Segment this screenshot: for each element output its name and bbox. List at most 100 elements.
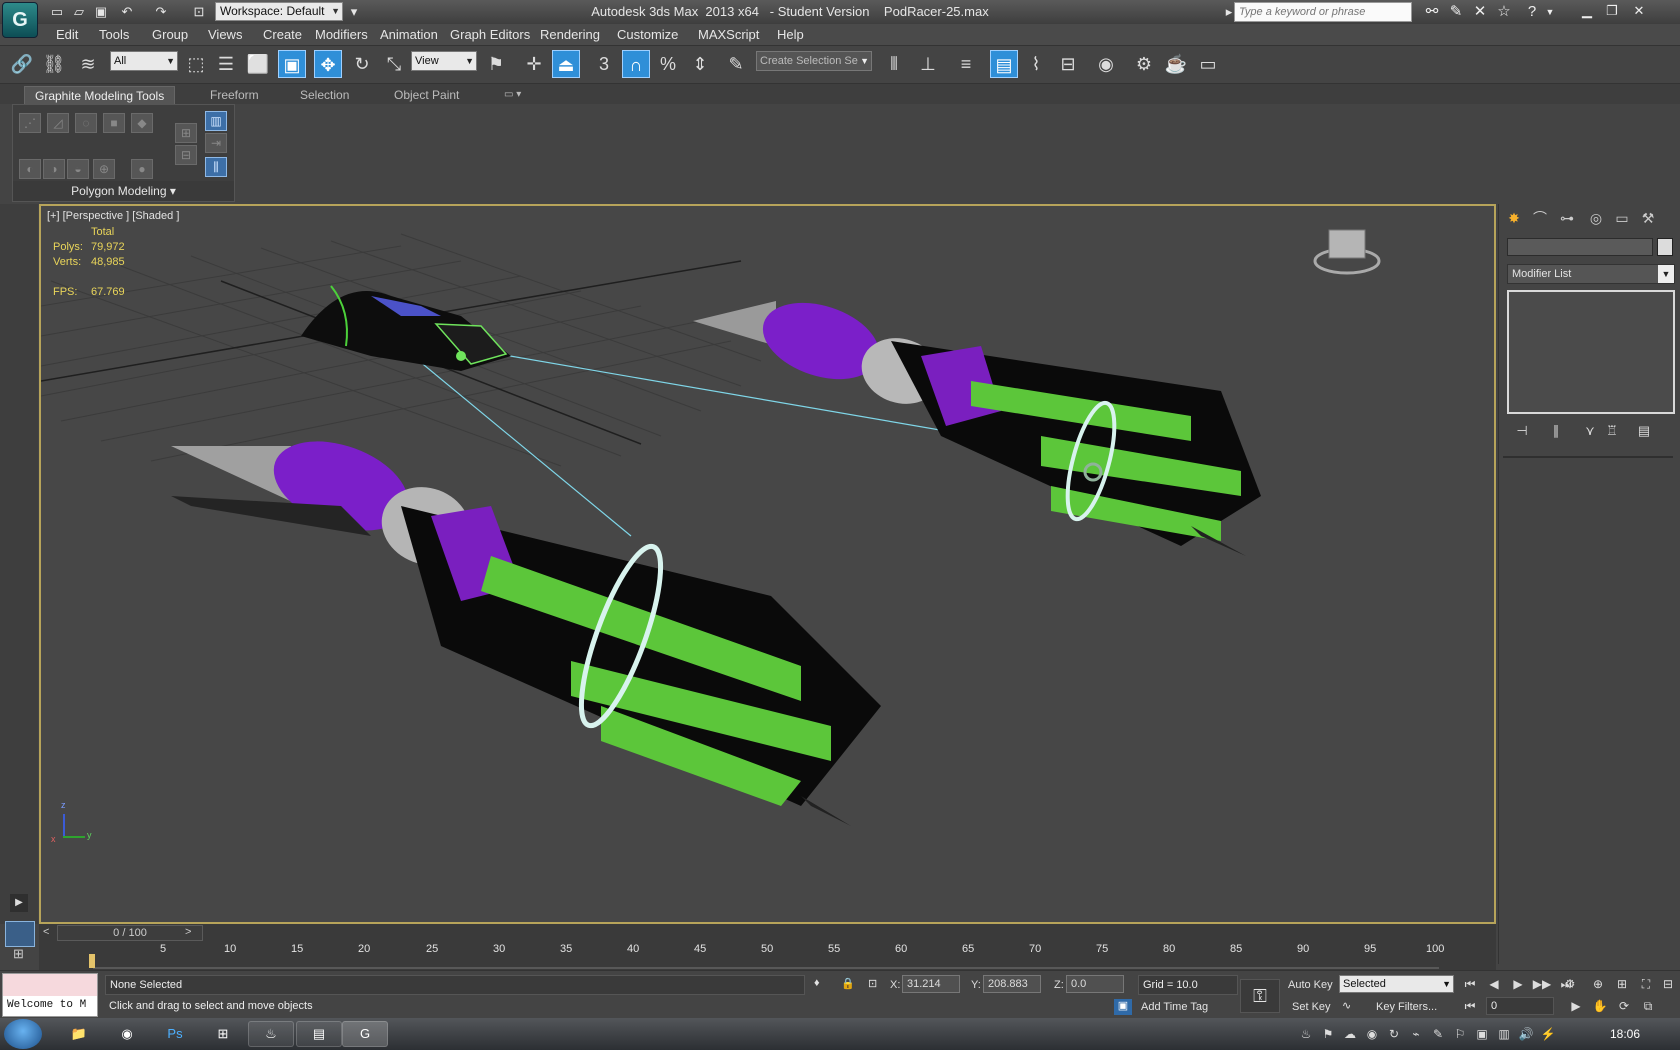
object-name-field[interactable] bbox=[1507, 238, 1653, 256]
slider-next-button[interactable]: > bbox=[185, 926, 191, 938]
modify-mode-icon[interactable]: ⊞ bbox=[175, 123, 197, 143]
goto-start-icon[interactable]: ⏮ bbox=[1460, 975, 1480, 993]
link-icon[interactable]: 🔗 bbox=[8, 50, 36, 78]
menu-customize[interactable]: Customize bbox=[617, 27, 678, 42]
make-unique-icon[interactable]: ⋎ bbox=[1579, 422, 1601, 440]
set-key-button[interactable]: Set Key bbox=[1292, 1001, 1331, 1013]
modify-tab-icon[interactable]: ⌒ bbox=[1529, 208, 1551, 228]
zoom-all-icon[interactable]: ⊞ bbox=[1612, 975, 1632, 993]
communication-center-icon[interactable]: ✕ bbox=[1470, 2, 1490, 22]
menu-modifiers[interactable]: Modifiers bbox=[315, 27, 368, 42]
time-slider-handle[interactable]: 0 / 100 bbox=[57, 925, 203, 941]
set-keys-icon[interactable]: ⚿ bbox=[1240, 979, 1280, 1013]
quick-access-menu-icon[interactable]: ▾ bbox=[345, 3, 363, 20]
modifier-list-dropdown[interactable]: Modifier List ▼ bbox=[1507, 264, 1675, 284]
ribbon-options-icon[interactable]: ▭ ▾ bbox=[494, 86, 531, 104]
collapse-stack-icon[interactable]: ⇥ bbox=[205, 133, 227, 153]
minimize-icon[interactable]: ▁ bbox=[1576, 2, 1598, 20]
help-icon[interactable]: ? bbox=[1522, 2, 1542, 22]
add-time-tag-button[interactable]: Add Time Tag bbox=[1141, 1001, 1208, 1013]
menu-create[interactable]: Create bbox=[263, 27, 302, 42]
menu-edit[interactable]: Edit bbox=[56, 27, 78, 42]
default-in-out-tangents-icon[interactable]: ∿ bbox=[1342, 999, 1351, 1012]
modifier-stack[interactable] bbox=[1507, 290, 1675, 414]
rectangular-selection-icon[interactable]: ⬜ bbox=[244, 50, 272, 78]
time-tag-icon[interactable]: ▣ bbox=[1114, 999, 1132, 1015]
zoom-extents-all-icon[interactable]: ⊟ bbox=[1658, 975, 1678, 993]
reference-coordinate-dropdown[interactable]: View ▼ bbox=[411, 51, 477, 71]
motion-tab-icon[interactable]: ◎ bbox=[1585, 208, 1607, 228]
explorer-icon[interactable]: 📁 bbox=[56, 1021, 102, 1047]
undo-icon[interactable]: ↶ bbox=[118, 3, 136, 20]
select-manipulate-icon[interactable]: ✛ bbox=[520, 50, 548, 78]
polygon-icon[interactable]: ■ bbox=[103, 113, 125, 133]
tray-chrome-icon[interactable]: ◉ bbox=[1364, 1026, 1380, 1042]
grow-icon[interactable]: ◑ bbox=[43, 159, 65, 179]
maxscript-macro-recorder-line[interactable] bbox=[3, 974, 97, 996]
preview-selection-icon[interactable]: ⊕ bbox=[93, 159, 115, 179]
slider-prev-button[interactable]: < bbox=[43, 926, 49, 938]
remove-modifier-icon[interactable]: ♖ bbox=[1601, 422, 1623, 440]
pin-stack-icon[interactable]: ⊣ bbox=[1511, 422, 1533, 440]
select-scale-icon[interactable]: ⤡ bbox=[380, 50, 408, 78]
edit-named-selection-icon[interactable]: ✎ bbox=[722, 50, 750, 78]
auto-key-button[interactable]: Auto Key bbox=[1288, 979, 1333, 991]
spinner-snap-icon[interactable]: ⇕ bbox=[686, 50, 714, 78]
maxscript-listener[interactable]: Welcome to M bbox=[2, 973, 98, 1017]
libraries-icon[interactable]: ⊞ bbox=[200, 1021, 246, 1047]
new-file-icon[interactable]: ▭ bbox=[48, 3, 66, 20]
favorites-icon[interactable]: ☆ bbox=[1494, 2, 1514, 22]
y-coord-field[interactable]: 208.883 bbox=[983, 975, 1041, 993]
toggle-ribbon-icon[interactable]: ▤ bbox=[990, 50, 1018, 78]
isolate-selection-icon[interactable]: ♦ bbox=[814, 977, 820, 989]
help-dropdown-icon[interactable]: ▼ bbox=[1540, 2, 1560, 22]
steam-icon[interactable]: ♨ bbox=[248, 1021, 294, 1047]
object-color-swatch[interactable] bbox=[1657, 238, 1673, 256]
render-production-icon[interactable]: ▭ bbox=[1194, 50, 1222, 78]
project-folder-icon[interactable]: ⊡ bbox=[190, 3, 208, 20]
menu-views[interactable]: Views bbox=[208, 27, 242, 42]
time-configuration-icon[interactable]: ⚙ bbox=[1560, 975, 1580, 993]
tray-pen-icon[interactable]: ✎ bbox=[1430, 1026, 1446, 1042]
tray-update-icon[interactable]: ↻ bbox=[1386, 1026, 1402, 1042]
tray-flag-icon[interactable]: ⚐ bbox=[1452, 1026, 1468, 1042]
binoculars-icon[interactable]: ⚯ bbox=[1422, 2, 1442, 22]
select-move-icon[interactable]: ✥ bbox=[314, 50, 342, 78]
shrink-icon[interactable]: ◒ bbox=[67, 159, 89, 179]
tab-freeform[interactable]: Freeform bbox=[200, 86, 269, 104]
hierarchy-tab-icon[interactable]: ⊶ bbox=[1556, 208, 1578, 228]
key-mode-dropdown[interactable]: Selected ▼ bbox=[1339, 975, 1454, 993]
menu-tools[interactable]: Tools bbox=[99, 27, 129, 42]
search-input[interactable] bbox=[1234, 2, 1412, 22]
material-editor-icon[interactable]: ◉ bbox=[1092, 50, 1120, 78]
layer-manager-icon[interactable]: ≡ bbox=[952, 50, 980, 78]
previous-frame-icon[interactable]: ◀ bbox=[1484, 975, 1504, 993]
menu-graph-editors[interactable]: Graph Editors bbox=[450, 27, 530, 42]
tray-power-icon[interactable]: ⚡ bbox=[1540, 1026, 1556, 1042]
toggle-command-panel-icon[interactable]: ▥ bbox=[205, 111, 227, 131]
absolute-mode-transform-icon[interactable]: ⊡ bbox=[868, 977, 877, 990]
configure-modifier-sets-icon[interactable]: ▤ bbox=[1633, 422, 1655, 440]
tab-object-paint[interactable]: Object Paint bbox=[384, 86, 469, 104]
percent-snap-icon[interactable]: % bbox=[654, 50, 682, 78]
time-slider[interactable]: < 0 / 100 > bbox=[5, 921, 1496, 947]
menu-group[interactable]: Group bbox=[152, 27, 188, 42]
tray-drive-icon[interactable]: ☁ bbox=[1342, 1026, 1358, 1042]
window-crossing-icon[interactable]: ▣ bbox=[278, 50, 306, 78]
workspace-dropdown[interactable]: Workspace: Default ▼ bbox=[215, 2, 343, 21]
selection-lock-icon[interactable]: 🔒 bbox=[841, 977, 855, 990]
expand-track-bar-icon[interactable]: ▶ bbox=[10, 894, 28, 912]
show-end-result-toggle-icon[interactable]: ∥ bbox=[1545, 422, 1567, 440]
angle-snap-icon[interactable]: ∩ bbox=[622, 50, 650, 78]
perspective-viewport[interactable]: [+] [Perspective ] [Shaded ] Total Polys… bbox=[39, 204, 1496, 924]
edge-icon[interactable]: ◿ bbox=[47, 113, 69, 133]
play-icon[interactable]: ▶ bbox=[1508, 975, 1528, 993]
selection-filter-dropdown[interactable]: All ▼ bbox=[110, 51, 178, 71]
next-frame-icon[interactable]: ▶▶ bbox=[1532, 975, 1552, 993]
pivot-center-icon[interactable]: ⚑ bbox=[482, 50, 510, 78]
field-of-view-icon[interactable]: ▶ bbox=[1566, 997, 1586, 1015]
application-menu-button[interactable]: G bbox=[2, 2, 38, 38]
vertex-icon[interactable]: ⋰ bbox=[19, 113, 41, 133]
chrome-icon[interactable]: ◉ bbox=[104, 1021, 150, 1047]
tray-nvidia-icon[interactable]: ▣ bbox=[1474, 1026, 1490, 1042]
